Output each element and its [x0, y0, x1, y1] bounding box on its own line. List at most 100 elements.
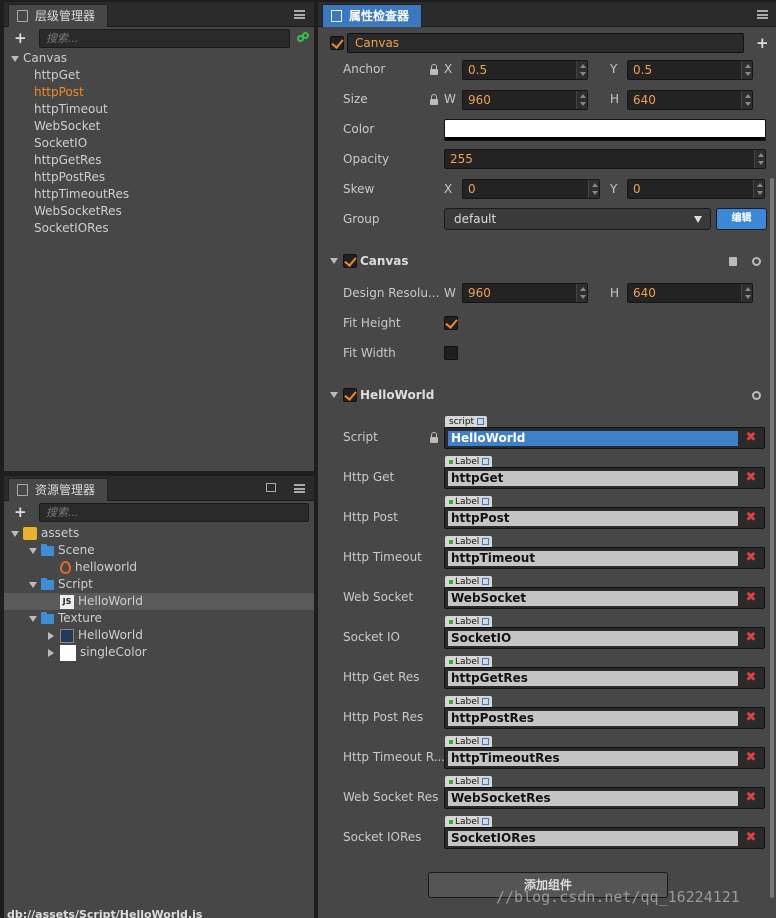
clear-icon[interactable]: ✖ — [743, 510, 759, 526]
group-edit-button[interactable]: 编辑 — [716, 208, 767, 230]
popout-icon[interactable] — [266, 483, 276, 492]
spinner-icon[interactable] — [576, 284, 587, 302]
label-ref-field[interactable]: httpPostRes ✖ — [444, 707, 765, 729]
expand-arrow-icon[interactable] — [29, 615, 37, 622]
label-ref-field[interactable]: httpGet ✖ — [444, 467, 765, 489]
spinner-icon[interactable] — [754, 150, 765, 168]
clear-icon[interactable]: ✖ — [743, 590, 759, 606]
asset-folder-scene[interactable]: Scene — [4, 542, 314, 559]
label-ref-field[interactable]: SocketIO ✖ — [444, 627, 765, 649]
collapse-arrow-icon[interactable] — [48, 648, 54, 657]
open-link-icon[interactable] — [482, 778, 490, 785]
open-link-icon[interactable] — [482, 658, 490, 665]
book-icon[interactable] — [729, 257, 737, 266]
design-h-field[interactable]: 640 — [627, 283, 753, 303]
expand-arrow-icon[interactable] — [29, 581, 37, 588]
clear-icon[interactable]: ✖ — [743, 830, 759, 846]
inspector-tab[interactable]: 属性检查器 — [322, 4, 422, 27]
open-link-icon[interactable] — [482, 538, 490, 545]
spinner-icon[interactable] — [741, 61, 752, 79]
open-link-icon[interactable] — [482, 498, 490, 505]
canvas-component-header[interactable]: Canvas — [318, 248, 776, 274]
clear-icon[interactable]: ✖ — [743, 430, 759, 446]
anchor-y-field[interactable]: 0.5 — [627, 60, 753, 80]
clear-icon[interactable]: ✖ — [743, 470, 759, 486]
tree-node[interactable]: WebSocketRes — [4, 203, 314, 220]
tree-node[interactable]: httpGet — [4, 67, 314, 84]
clear-icon[interactable]: ✖ — [743, 670, 759, 686]
asset-folder-texture[interactable]: Texture — [4, 610, 314, 627]
open-link-icon[interactable] — [482, 698, 490, 705]
open-link-icon[interactable] — [482, 818, 490, 825]
gear-icon[interactable] — [752, 391, 761, 400]
label-ref-field[interactable]: httpTimeout ✖ — [444, 547, 765, 569]
design-w-field[interactable]: 960 — [462, 283, 588, 303]
anchor-lock-icon[interactable] — [430, 64, 438, 75]
tree-node[interactable]: httpPostRes — [4, 169, 314, 186]
assets-add-icon[interactable]: + — [14, 505, 27, 520]
tree-node[interactable]: httpTimeoutRes — [4, 186, 314, 203]
fit-height-checkbox[interactable] — [444, 316, 458, 330]
asset-texture-single[interactable]: singleColor — [4, 644, 314, 661]
asset-folder-script[interactable]: Script — [4, 576, 314, 593]
spinner-icon[interactable] — [576, 91, 587, 109]
gear-icon[interactable] — [752, 257, 761, 266]
group-select[interactable]: default — [444, 208, 711, 230]
label-ref-field[interactable]: httpPost ✖ — [444, 507, 765, 529]
size-lock-icon[interactable] — [430, 94, 438, 105]
spinner-icon[interactable] — [588, 180, 599, 198]
label-ref-field[interactable]: httpTimeoutRes ✖ — [444, 747, 765, 769]
assets-tab[interactable]: 资源管理器 — [8, 478, 108, 501]
hierarchy-search-input[interactable]: 搜索... — [39, 29, 290, 48]
open-link-icon[interactable] — [482, 738, 490, 745]
tree-node[interactable]: SocketIO — [4, 135, 314, 152]
clear-icon[interactable]: ✖ — [743, 790, 759, 806]
clear-icon[interactable]: ✖ — [743, 630, 759, 646]
expand-arrow-icon[interactable] — [330, 258, 338, 264]
open-link-icon[interactable] — [482, 618, 490, 625]
opacity-field[interactable]: 255 — [444, 149, 766, 169]
asset-scene-file[interactable]: helloworld — [4, 559, 314, 576]
label-ref-field[interactable]: WebSocketRes ✖ — [444, 787, 765, 809]
skew-x-field[interactable]: 0 — [462, 179, 600, 199]
add-node-plus-icon[interactable]: + — [756, 36, 769, 51]
helloworld-enabled-checkbox[interactable] — [343, 388, 357, 402]
clear-icon[interactable]: ✖ — [743, 550, 759, 566]
expand-arrow-icon[interactable] — [11, 55, 19, 62]
expand-arrow-icon[interactable] — [11, 530, 19, 537]
label-ref-field[interactable]: httpGetRes ✖ — [444, 667, 765, 689]
tree-node[interactable]: httpTimeout — [4, 101, 314, 118]
node-name-input[interactable]: Canvas — [347, 33, 744, 53]
link-icon[interactable] — [297, 32, 309, 44]
tree-node-canvas[interactable]: Canvas — [4, 50, 314, 67]
asset-script-file[interactable]: JS HelloWorld — [4, 593, 314, 610]
label-ref-field[interactable]: WebSocket ✖ — [444, 587, 765, 609]
clear-icon[interactable]: ✖ — [743, 750, 759, 766]
asset-root[interactable]: assets — [4, 525, 314, 542]
open-link-icon[interactable] — [482, 458, 490, 465]
color-swatch[interactable] — [444, 119, 766, 141]
tree-node[interactable]: httpGetRes — [4, 152, 314, 169]
anchor-x-field[interactable]: 0.5 — [462, 60, 588, 80]
fit-width-checkbox[interactable] — [444, 346, 458, 360]
hierarchy-menu-icon[interactable] — [294, 10, 305, 19]
spinner-icon[interactable] — [753, 180, 764, 198]
expand-arrow-icon[interactable] — [29, 547, 37, 554]
skew-y-field[interactable]: 0 — [627, 179, 765, 199]
tree-node[interactable]: SocketIORes — [4, 220, 314, 237]
spinner-icon[interactable] — [576, 61, 587, 79]
node-active-checkbox[interactable] — [330, 36, 344, 50]
open-link-icon[interactable] — [477, 418, 485, 425]
tree-node[interactable]: WebSocket — [4, 118, 314, 135]
inspector-menu-icon[interactable] — [757, 10, 768, 19]
spinner-icon[interactable] — [741, 91, 752, 109]
size-w-field[interactable]: 960 — [462, 90, 588, 110]
asset-texture-hello[interactable]: HelloWorld — [4, 627, 314, 644]
script-ref-field[interactable]: HelloWorld ✖ — [444, 427, 765, 449]
open-link-icon[interactable] — [482, 578, 490, 585]
hierarchy-add-icon[interactable]: + — [14, 31, 27, 46]
size-h-field[interactable]: 640 — [627, 90, 753, 110]
label-ref-field[interactable]: SocketIORes ✖ — [444, 827, 765, 849]
tree-node[interactable]: httpPost — [4, 84, 314, 101]
canvas-enabled-checkbox[interactable] — [343, 254, 357, 268]
